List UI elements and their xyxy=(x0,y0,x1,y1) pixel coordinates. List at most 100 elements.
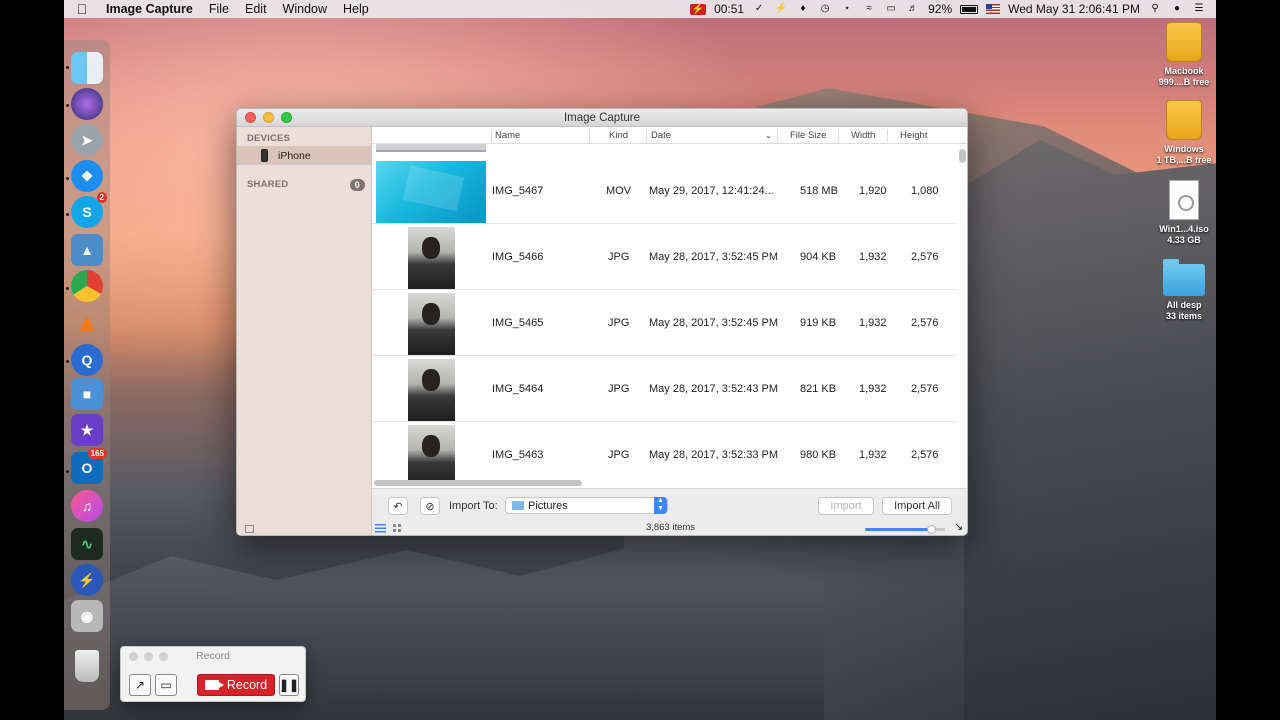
desktop-item-folder[interactable]: All desp 33 items xyxy=(1144,258,1224,322)
keynote-icon[interactable]: ■ xyxy=(71,378,103,410)
cell-name: IMG_5466 xyxy=(492,251,544,263)
menu-app-name[interactable]: Image Capture xyxy=(100,2,201,16)
rotate-left-button[interactable]: ↶ xyxy=(388,497,408,515)
photo-thumbnail xyxy=(408,293,455,355)
import-all-button[interactable]: Import All xyxy=(882,497,952,515)
video-thumbnail xyxy=(376,161,486,223)
sort-chevron-icon[interactable]: ⌄ xyxy=(765,131,772,140)
cell-date: May 28, 2017, 3:52:45 PM xyxy=(649,251,779,263)
record-widget-title: Record xyxy=(196,650,230,662)
menu-bar:  Image Capture File Edit Window Help ⚡ … xyxy=(64,0,1216,18)
itunes-icon[interactable]: ♫ xyxy=(71,490,103,522)
siri-dock-icon[interactable] xyxy=(71,88,103,120)
record-widget-titlebar[interactable]: Record xyxy=(121,647,305,665)
cell-name: IMG_5465 xyxy=(492,317,544,329)
airplay-icon[interactable]: ▭ xyxy=(884,3,898,15)
cell-name: IMG_5463 xyxy=(492,449,544,461)
image-capture-icon[interactable]: ◉ xyxy=(71,600,103,632)
iphone-icon xyxy=(261,149,268,162)
column-file-size[interactable]: File Size xyxy=(790,130,826,141)
column-date[interactable]: Date xyxy=(651,130,671,141)
table-row[interactable]: IMG_5467 MOV May 29, 2017, 12:41:24... 5… xyxy=(372,158,957,224)
wifi-icon[interactable]: ≈ xyxy=(862,3,876,15)
cell-kind: JPG xyxy=(608,449,630,461)
cell-kind: JPG xyxy=(608,383,630,395)
cell-height: 1,080 xyxy=(911,185,939,197)
time-machine-icon[interactable]: ◷ xyxy=(818,3,832,15)
pointer-tool-icon[interactable]: ↗ xyxy=(129,674,151,696)
cell-size: 904 KB xyxy=(800,251,837,263)
table-row[interactable]: IMG_5463 JPG May 28, 2017, 3:52:33 PM 98… xyxy=(372,422,957,484)
resize-grip-icon[interactable]: ↘ xyxy=(954,520,963,533)
apple-menu-icon[interactable]:  xyxy=(64,1,100,17)
import-button[interactable]: Import xyxy=(818,497,874,515)
desktop-item-windows[interactable]: Windows 1 TB,...B free xyxy=(1144,100,1224,166)
column-separator xyxy=(589,129,590,142)
import-to-label: Import To: xyxy=(449,500,498,512)
activity-monitor-icon[interactable]: ∿ xyxy=(71,528,103,560)
column-width[interactable]: Width xyxy=(851,130,875,141)
sidebar-item-iphone[interactable]: iPhone xyxy=(237,146,371,165)
thumbnail-size-slider[interactable] xyxy=(865,525,945,534)
chrome-icon[interactable] xyxy=(71,270,103,302)
drive-icon xyxy=(1166,22,1202,62)
safari-icon[interactable]: ❖ xyxy=(71,160,103,192)
imovie-icon[interactable]: ★ xyxy=(71,414,103,446)
reeder-icon[interactable]: ⚡ xyxy=(71,564,103,596)
outlook-icon[interactable]: O 165 xyxy=(71,448,107,484)
cell-height: 2,576 xyxy=(911,449,939,461)
table-row[interactable]: IMG_5464 JPG May 28, 2017, 3:52:43 PM 82… xyxy=(372,356,957,422)
desktop-item-iso[interactable]: Win1...4.iso 4.33 GB xyxy=(1144,180,1224,246)
delete-button[interactable]: ⊘ xyxy=(420,497,440,515)
shared-header-row[interactable]: SHARED 0 xyxy=(237,175,371,194)
volume-icon[interactable]: ♬ xyxy=(906,3,920,15)
siri-icon[interactable]: ● xyxy=(1170,3,1184,15)
preview-icon[interactable]: ▲ xyxy=(71,234,103,266)
cell-name: IMG_5467 xyxy=(492,185,544,197)
import-destination-value: Pictures xyxy=(528,499,568,512)
slider-knob[interactable] xyxy=(927,525,936,534)
region-select-icon[interactable]: ▭ xyxy=(155,674,177,696)
column-name[interactable]: Name xyxy=(495,130,520,141)
cell-height: 2,576 xyxy=(911,383,939,395)
menu-edit[interactable]: Edit xyxy=(237,2,275,16)
horizontal-scrollbar[interactable] xyxy=(374,480,582,486)
bluetooth-icon[interactable]: ⋆ xyxy=(840,3,854,15)
menu-file[interactable]: File xyxy=(201,2,237,16)
notification-center-icon[interactable]: ☰ xyxy=(1192,3,1206,15)
dropbox-icon[interactable]: ♦ xyxy=(796,3,810,15)
table-row[interactable]: IMG_5465 JPG May 28, 2017, 3:52:45 PM 91… xyxy=(372,290,957,356)
window-titlebar[interactable]: Image Capture xyxy=(237,109,967,127)
sidebar-toggle-icon[interactable] xyxy=(245,525,254,533)
finder-icon[interactable] xyxy=(71,52,103,84)
checkmark-circle-icon[interactable]: ✓ xyxy=(752,3,766,15)
record-button-label: Record xyxy=(226,678,268,692)
record-button[interactable]: Record xyxy=(197,674,275,696)
menu-window[interactable]: Window xyxy=(275,2,335,16)
column-kind[interactable]: Kind xyxy=(609,130,628,141)
clock[interactable]: Wed May 31 2:06:41 PM xyxy=(1008,2,1140,16)
launchpad-icon[interactable]: ➤ xyxy=(71,124,103,156)
cell-date: May 28, 2017, 3:52:45 PM xyxy=(649,317,779,329)
column-height[interactable]: Height xyxy=(900,130,927,141)
input-source-flag-icon[interactable] xyxy=(986,4,1001,14)
menu-help[interactable]: Help xyxy=(335,2,377,16)
spotlight-search-icon[interactable]: ⚲ xyxy=(1148,3,1162,15)
column-header: Name Kind Date ⌄ File Size Width Height xyxy=(372,127,967,144)
cell-width: 1,932 xyxy=(859,251,887,263)
battery-icon[interactable] xyxy=(960,4,979,14)
vlc-icon[interactable]: ▲ xyxy=(71,306,103,338)
table-row[interactable]: IMG_5466 JPG May 28, 2017, 3:52:45 PM 90… xyxy=(372,224,957,290)
file-list: IMG_5467 MOV May 29, 2017, 12:41:24... 5… xyxy=(372,144,957,484)
desktop-item-macbook[interactable]: Macbook 999....B free xyxy=(1144,22,1224,88)
skype-icon[interactable]: S2 xyxy=(71,192,107,228)
running-indicator xyxy=(66,66,69,69)
import-destination-select[interactable]: Pictures ▲ ▼ xyxy=(505,497,668,514)
vertical-scrollbar[interactable] xyxy=(959,149,966,163)
pause-button[interactable]: ❚❚ xyxy=(279,674,299,696)
quicktime-icon[interactable]: Q xyxy=(71,344,103,376)
recording-indicator-icon[interactable]: ⚡ xyxy=(689,3,707,15)
trash-icon[interactable] xyxy=(75,650,99,682)
outlook-badge: 165 xyxy=(87,448,107,459)
bolt-icon[interactable]: ⚡ xyxy=(774,3,788,15)
